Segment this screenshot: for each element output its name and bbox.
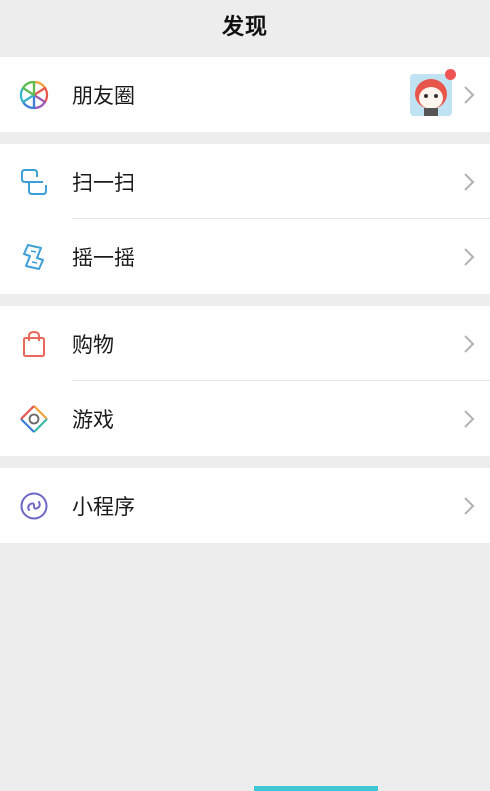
mini-program-icon — [19, 491, 49, 521]
avatar — [410, 73, 452, 116]
chevron-right-icon — [464, 172, 475, 191]
menu-item-shake[interactable]: 摇一摇 — [0, 219, 490, 294]
chevron-right-icon — [464, 409, 475, 428]
unread-dot-badge — [445, 68, 456, 80]
chevron-right-icon — [464, 85, 475, 104]
group-mini-programs: 小程序 — [0, 468, 490, 543]
nav-bar: 发现 — [0, 0, 490, 50]
moments-preview — [410, 68, 456, 116]
menu-item-moments[interactable]: 朋友圈 — [0, 57, 490, 132]
menu-item-scan[interactable]: 扫一扫 — [0, 144, 490, 219]
menu-item-label: 扫一扫 — [72, 170, 135, 195]
menu-item-mini-programs[interactable]: 小程序 — [0, 468, 490, 543]
shopping-bag-icon — [19, 329, 49, 359]
menu-item-label: 小程序 — [72, 494, 135, 519]
menu-item-label: 朋友圈 — [72, 83, 135, 108]
moments-icon — [19, 80, 49, 110]
home-indicator[interactable] — [254, 786, 378, 791]
menu-item-games[interactable]: 游戏 — [0, 381, 490, 456]
group-scan-shake: 扫一扫 摇一摇 — [0, 144, 490, 294]
group-moments: 朋友圈 — [0, 57, 490, 132]
group-shopping-games: 购物 游戏 — [0, 306, 490, 456]
menu-item-shopping[interactable]: 购物 — [0, 306, 490, 381]
menu-item-label: 游戏 — [72, 407, 114, 432]
games-icon — [19, 404, 49, 434]
chevron-right-icon — [464, 334, 475, 353]
chevron-right-icon — [464, 247, 475, 266]
shake-icon — [19, 242, 49, 272]
menu-item-label: 摇一摇 — [72, 245, 135, 270]
scan-icon — [19, 167, 49, 197]
discover-screen: 发现 朋友圈 扫一扫 摇一摇 购物 游戏 小程序 — [0, 0, 490, 791]
chevron-right-icon — [464, 496, 475, 515]
menu-item-label: 购物 — [72, 332, 114, 357]
page-title: 发现 — [221, 15, 268, 40]
